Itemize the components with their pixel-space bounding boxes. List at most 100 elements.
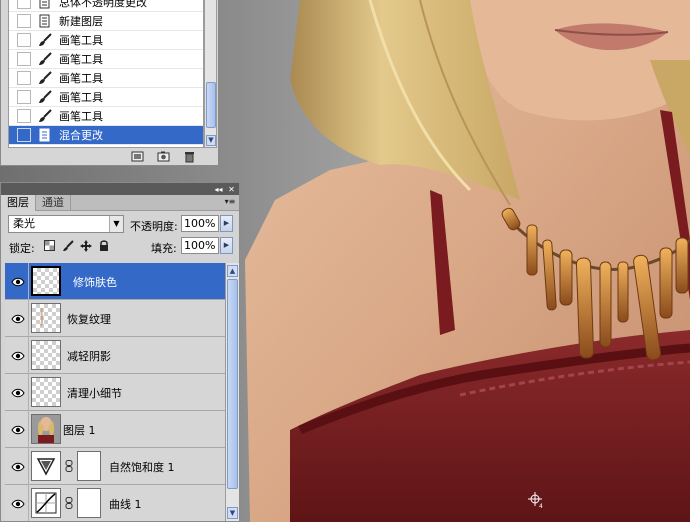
history-item[interactable]: 画笔工具 bbox=[9, 107, 203, 126]
collapse-panel-icon[interactable]: ◂◂ bbox=[213, 185, 224, 194]
brush-icon bbox=[37, 70, 53, 86]
history-source-checkbox[interactable] bbox=[17, 14, 31, 28]
blend-mode-value: 柔光 bbox=[13, 217, 35, 230]
history-footer bbox=[1, 148, 218, 165]
history-item[interactable]: 画笔工具 bbox=[9, 50, 203, 69]
layer-row[interactable]: 图层 1 bbox=[5, 411, 225, 448]
new-snapshot-icon[interactable] bbox=[156, 151, 170, 163]
svg-text:4: 4 bbox=[539, 503, 543, 508]
scroll-down-arrow-icon[interactable]: ▼ bbox=[227, 507, 238, 519]
history-source-checkbox[interactable] bbox=[17, 90, 31, 104]
layer-name[interactable]: 自然饱和度 1 bbox=[109, 459, 175, 475]
history-item-label: 总体不透明度更改 bbox=[59, 0, 147, 9]
history-item-label: 画笔工具 bbox=[59, 110, 103, 123]
history-item[interactable]: 画笔工具 bbox=[9, 88, 203, 107]
history-source-checkbox[interactable] bbox=[17, 0, 31, 9]
layer-name[interactable]: 清理小细节 bbox=[67, 385, 122, 401]
fill-slider-arrow-icon[interactable]: ▶ bbox=[220, 237, 233, 254]
layer-row[interactable]: 清理小细节 bbox=[5, 374, 225, 411]
visibility-eye-icon[interactable] bbox=[7, 374, 29, 411]
scroll-up-arrow-icon[interactable]: ▲ bbox=[227, 265, 238, 277]
history-scrollbar-thumb[interactable] bbox=[206, 82, 216, 128]
history-panel: 总体不透明度更改 新建图层 画笔工具 画笔工具 画笔工具 画笔工具 画笔工具 混… bbox=[0, 0, 219, 166]
brush-icon bbox=[37, 51, 53, 67]
layers-scrollbar[interactable]: ▲ ▼ bbox=[225, 263, 239, 521]
history-list: 总体不透明度更改 新建图层 画笔工具 画笔工具 画笔工具 画笔工具 画笔工具 混… bbox=[8, 0, 204, 148]
panel-titlebar: ◂◂ ✕ bbox=[1, 183, 239, 195]
lock-position-icon[interactable] bbox=[79, 239, 92, 252]
history-item-label: 画笔工具 bbox=[59, 53, 103, 66]
layer-thumbnail[interactable] bbox=[31, 266, 61, 296]
blend-mode-select[interactable]: 柔光 ▼ bbox=[8, 215, 124, 233]
tab-layers[interactable]: 图层 bbox=[1, 195, 36, 211]
history-source-checkbox[interactable] bbox=[17, 128, 31, 142]
layer-thumbnail[interactable] bbox=[31, 303, 61, 333]
layer-row[interactable]: 自然饱和度 1 bbox=[5, 448, 225, 485]
vibrance-adjustment-icon[interactable] bbox=[31, 451, 61, 481]
lock-transparent-pixels-icon[interactable] bbox=[43, 239, 56, 252]
layer-row[interactable]: 曲线 1 bbox=[5, 485, 225, 521]
history-item[interactable]: 总体不透明度更改 bbox=[9, 0, 203, 12]
opacity-label: 不透明度: bbox=[130, 220, 178, 233]
history-item[interactable]: 画笔工具 bbox=[9, 69, 203, 88]
layer-thumbnail[interactable] bbox=[31, 377, 61, 407]
visibility-eye-icon[interactable] bbox=[7, 448, 29, 485]
lock-label: 锁定: bbox=[9, 242, 35, 255]
history-source-checkbox[interactable] bbox=[17, 33, 31, 47]
history-item-label: 新建图层 bbox=[59, 15, 103, 28]
curves-adjustment-icon[interactable] bbox=[31, 488, 61, 518]
history-item[interactable]: 画笔工具 bbox=[9, 31, 203, 50]
layer-name[interactable]: 曲线 1 bbox=[109, 496, 142, 512]
visibility-eye-icon[interactable] bbox=[7, 263, 29, 300]
lock-image-pixels-icon[interactable] bbox=[61, 239, 74, 252]
layer-row[interactable]: 减轻阴影 bbox=[5, 337, 225, 374]
new-document-from-state-icon[interactable] bbox=[130, 151, 144, 163]
layer-name[interactable]: 图层 1 bbox=[63, 422, 96, 438]
scroll-down-arrow-icon[interactable]: ▼ bbox=[206, 135, 216, 146]
history-source-checkbox[interactable] bbox=[17, 52, 31, 66]
opacity-slider-arrow-icon[interactable]: ▶ bbox=[220, 215, 233, 232]
layer-mask-thumbnail[interactable] bbox=[77, 488, 101, 518]
history-source-checkbox[interactable] bbox=[17, 109, 31, 123]
visibility-eye-icon[interactable] bbox=[7, 411, 29, 448]
mask-link-icon[interactable] bbox=[65, 460, 73, 472]
lock-row: 锁定: 填充: 100% ▶ bbox=[1, 235, 239, 257]
history-item-active[interactable]: 混合更改 bbox=[9, 126, 203, 145]
layer-name[interactable]: 减轻阴影 bbox=[67, 348, 111, 364]
document-icon bbox=[37, 127, 53, 143]
layer-mask-thumbnail[interactable] bbox=[77, 451, 101, 481]
history-item-label: 画笔工具 bbox=[59, 72, 103, 85]
panel-menu-icon[interactable]: ▾≡ bbox=[224, 197, 236, 207]
layer-row[interactable]: 恢复纹理 bbox=[5, 300, 225, 337]
close-panel-icon[interactable]: ✕ bbox=[226, 185, 237, 194]
lock-all-icon[interactable] bbox=[97, 239, 110, 252]
crosshair-cursor-icon: 4 bbox=[528, 492, 544, 508]
layer-row-active[interactable]: 修饰肤色 bbox=[5, 263, 225, 300]
trash-icon[interactable] bbox=[182, 151, 196, 163]
history-item-label: 画笔工具 bbox=[59, 34, 103, 47]
history-item[interactable]: 新建图层 bbox=[9, 12, 203, 31]
layer-name[interactable]: 恢复纹理 bbox=[67, 311, 111, 327]
history-item-label: 画笔工具 bbox=[59, 91, 103, 104]
brush-icon bbox=[37, 32, 53, 48]
visibility-eye-icon[interactable] bbox=[7, 300, 29, 337]
brush-icon bbox=[37, 89, 53, 105]
layer-name[interactable]: 修饰肤色 bbox=[73, 274, 117, 290]
history-scrollbar[interactable]: ▼ bbox=[204, 0, 217, 148]
opacity-input[interactable]: 100% bbox=[181, 215, 219, 232]
layer-list: 修饰肤色 恢复纹理 减轻阴影 清理小细节 图层 1 自然饱和度 1 曲线 1 bbox=[5, 263, 225, 521]
document-icon bbox=[37, 13, 53, 29]
visibility-eye-icon[interactable] bbox=[7, 485, 29, 521]
layers-scrollbar-thumb[interactable] bbox=[227, 279, 238, 489]
history-source-checkbox[interactable] bbox=[17, 71, 31, 85]
tab-channels[interactable]: 通道 bbox=[36, 195, 71, 211]
visibility-eye-icon[interactable] bbox=[7, 337, 29, 374]
document-icon bbox=[37, 0, 53, 10]
mask-link-icon[interactable] bbox=[65, 497, 73, 509]
layer-thumbnail[interactable] bbox=[31, 340, 61, 370]
brush-icon bbox=[37, 108, 53, 124]
photo-layer-thumbnail[interactable] bbox=[31, 414, 61, 444]
fill-label: 填充: bbox=[151, 242, 177, 255]
chevron-down-icon: ▼ bbox=[109, 216, 123, 232]
fill-input[interactable]: 100% bbox=[181, 237, 219, 254]
